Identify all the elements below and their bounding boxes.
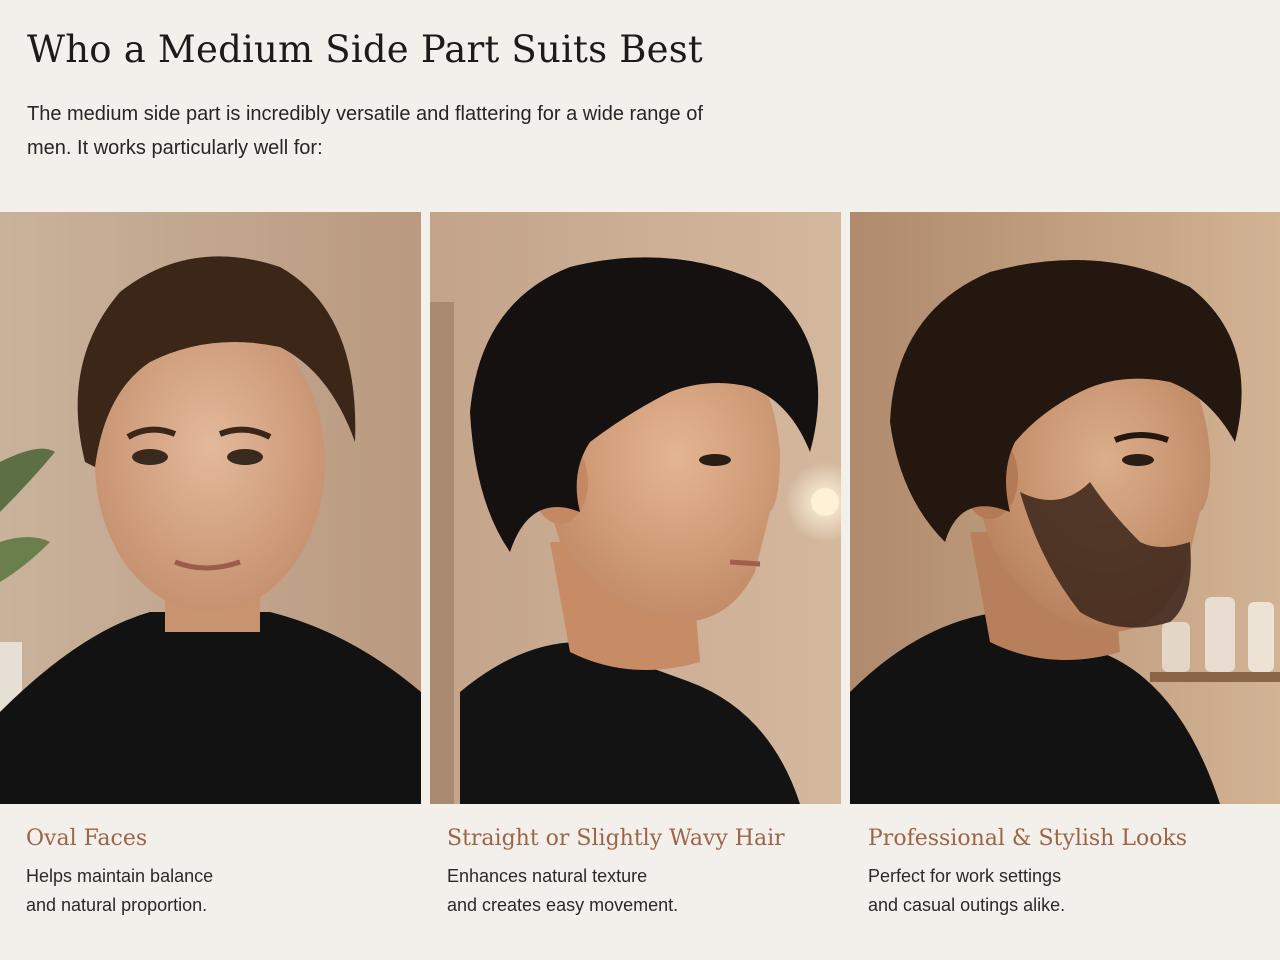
wavy-hair-photo: [430, 212, 841, 804]
card-title: Oval Faces: [26, 826, 148, 851]
card-title: Straight or Slightly Wavy Hair: [447, 826, 785, 851]
page-intro: The medium side part is incredibly versa…: [27, 103, 703, 159]
card-oval-faces: Oval Faces Helps maintain balance and na…: [26, 822, 416, 920]
card-description: Perfect for work settings and casual out…: [868, 866, 1066, 915]
card-stylish-looks: Professional & Stylish Looks Perfect for…: [868, 822, 1268, 920]
oval-faces-photo: [0, 212, 421, 804]
card-title: Professional & Stylish Looks: [868, 826, 1188, 851]
card-description: Helps maintain balance and natural propo…: [26, 866, 214, 915]
stylish-looks-photo: [850, 212, 1280, 804]
card-wavy-hair: Straight or Slightly Wavy Hair Enhances …: [447, 822, 837, 920]
card-description: Enhances natural texture and creates eas…: [447, 866, 679, 915]
page-title: Who a Medium Side Part Suits Best: [27, 28, 703, 71]
